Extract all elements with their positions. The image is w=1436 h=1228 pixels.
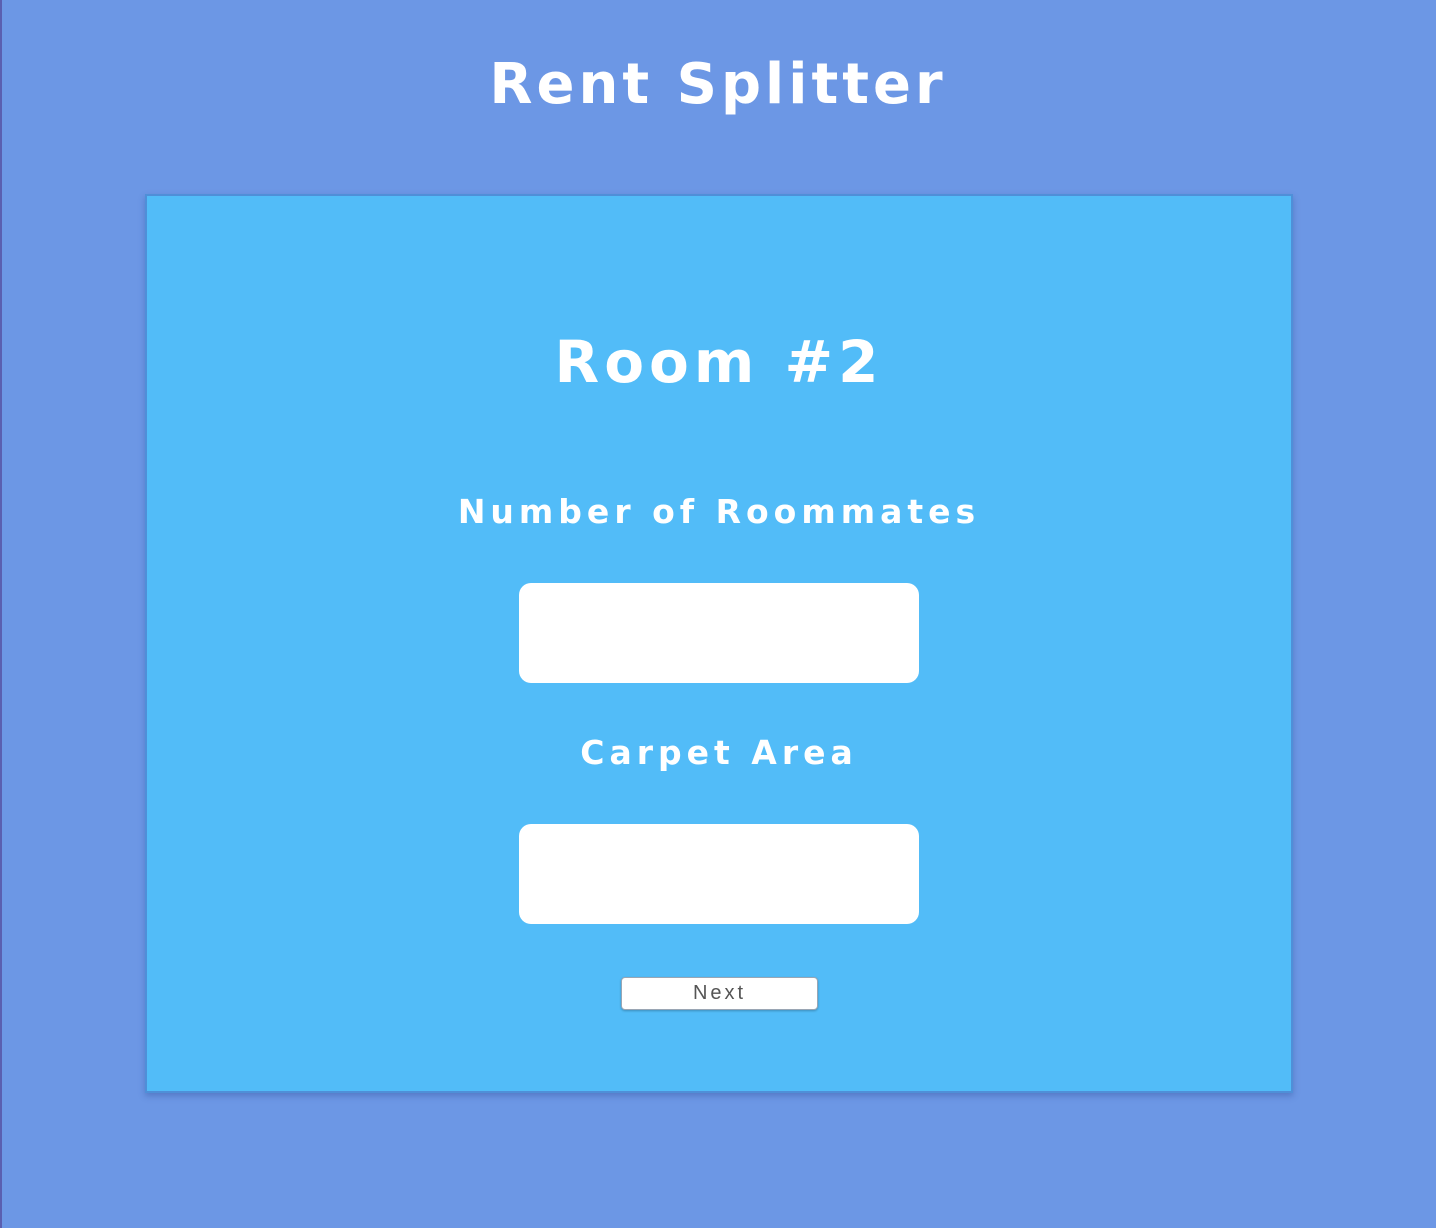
window-left-edge <box>0 0 2 1228</box>
roommates-input[interactable] <box>519 583 919 683</box>
carpet-area-label: Carpet Area <box>580 733 858 772</box>
app-title: Rent Splitter <box>489 52 947 117</box>
room-title: Room #2 <box>554 328 884 396</box>
next-button[interactable]: Next <box>621 977 818 1010</box>
roommates-label: Number of Roommates <box>457 492 981 531</box>
room-form-card: Room #2 Number of Roommates Carpet Area … <box>145 194 1293 1093</box>
carpet-area-input[interactable] <box>519 824 919 924</box>
